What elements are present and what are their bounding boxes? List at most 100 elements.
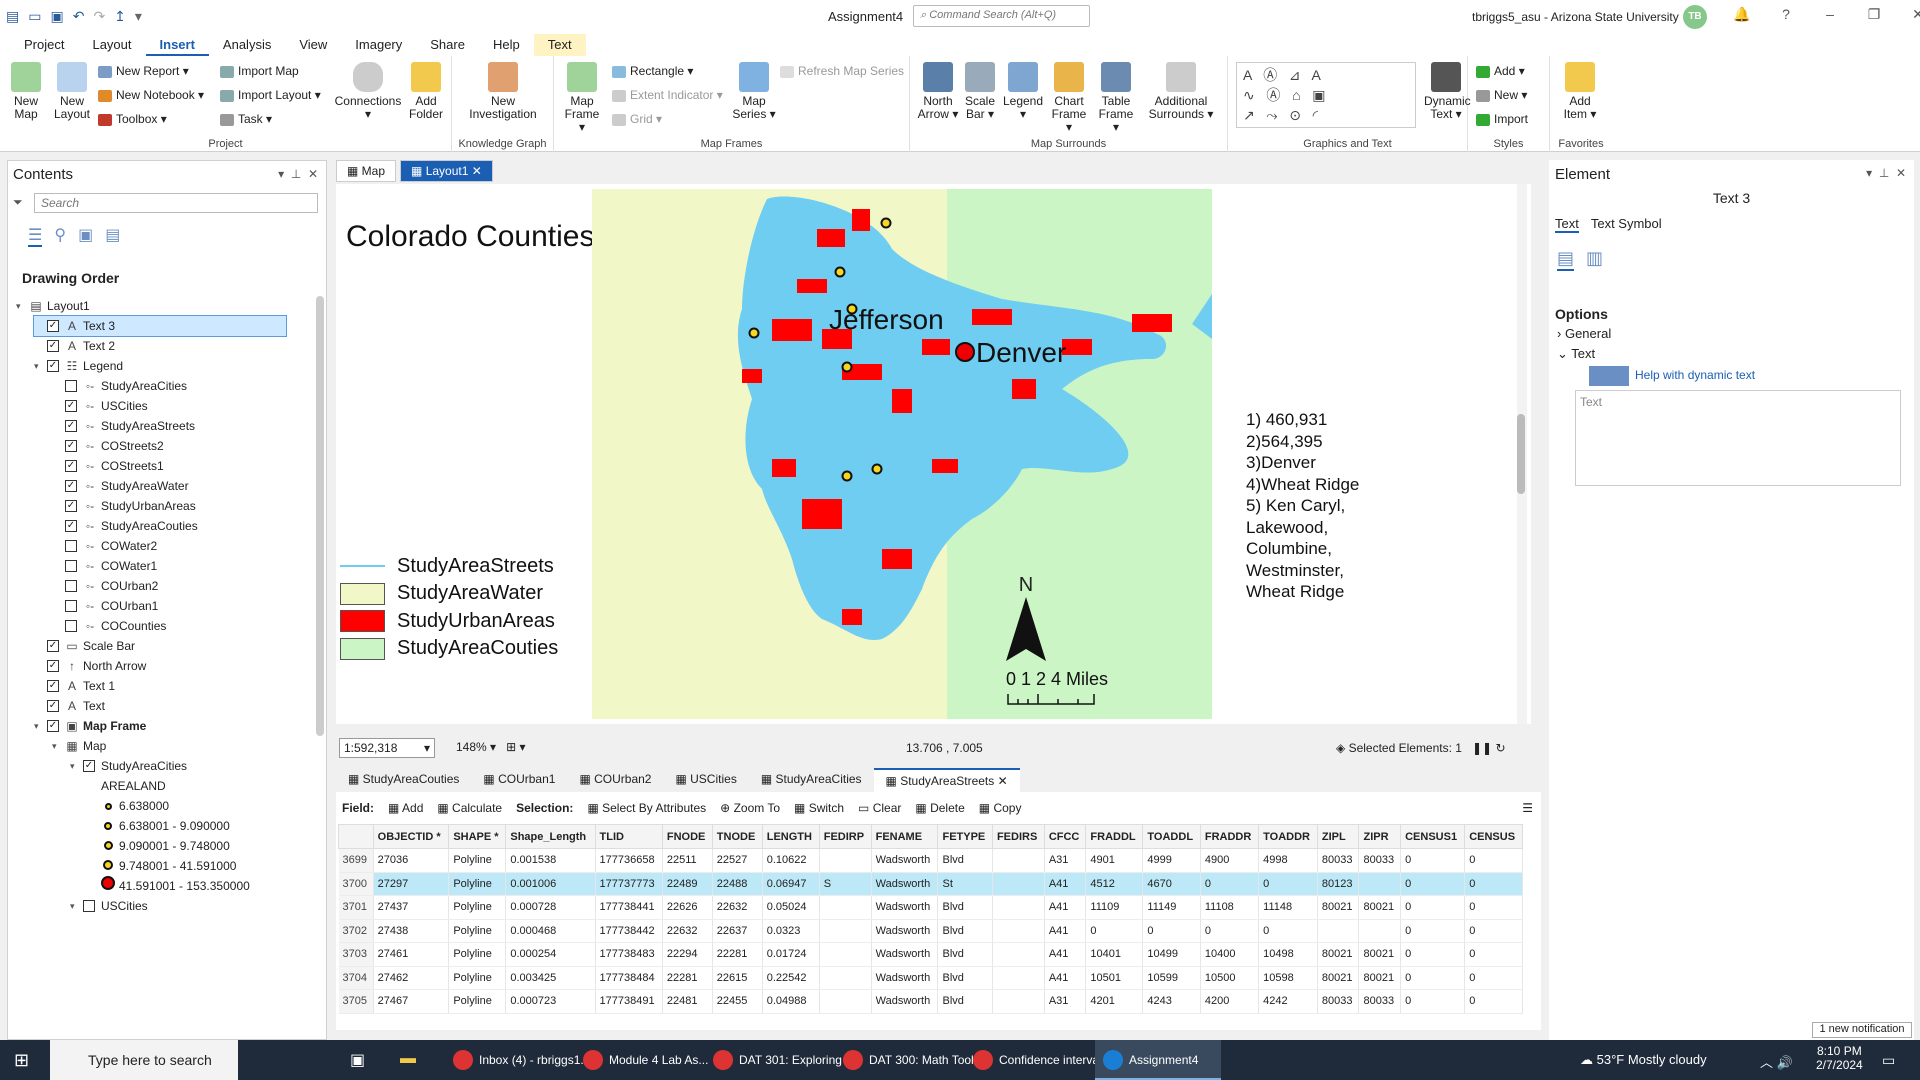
table-cell[interactable]: 0.22542 <box>762 966 820 990</box>
table-cell[interactable]: 177738483 <box>595 942 663 967</box>
layer-tree-item[interactable]: ◦- COStreets2 <box>52 436 164 456</box>
table-cell[interactable]: 22489 <box>662 872 713 896</box>
visibility-checkbox[interactable] <box>65 480 77 492</box>
table-cell[interactable]: 27461 <box>373 942 450 967</box>
expand-chevron-icon[interactable]: ▾ <box>70 896 80 916</box>
table-cell[interactable]: 22632 <box>662 919 713 943</box>
copy-button[interactable]: ▦ Copy <box>979 801 1022 815</box>
layer-tree-item[interactable]: A Text 1 <box>34 676 115 696</box>
visibility-checkbox[interactable] <box>47 660 59 672</box>
table-row[interactable]: 3701 27437 Polyline 0.000728 177738441 22626 2… <box>338 895 1523 920</box>
table-cell[interactable]: 0.04988 <box>762 989 820 1014</box>
task-button[interactable]: Task ▾ <box>220 112 272 126</box>
expand-chevron-icon[interactable]: ▾ <box>34 356 44 376</box>
column-header[interactable]: Shape_Length <box>505 824 596 849</box>
table-cell[interactable]: 0.000728 <box>505 895 596 920</box>
table-cell[interactable]: 0 <box>1464 848 1523 873</box>
attribute-tab[interactable]: ▦ COUrban1 <box>471 768 567 792</box>
select-icon[interactable]: ↥ <box>114 8 126 25</box>
table-cell[interactable]: 4512 <box>1085 872 1144 896</box>
tab-project[interactable]: Project <box>10 34 78 56</box>
table-cell[interactable]: Wadsworth <box>871 895 939 920</box>
table-cell[interactable]: 4998 <box>1258 848 1318 873</box>
close-pane-icon[interactable]: ✕ <box>308 167 318 181</box>
visibility-checkbox[interactable] <box>65 580 77 592</box>
table-cell[interactable]: 0 <box>1200 872 1260 896</box>
table-cell[interactable]: 80021 <box>1317 895 1360 920</box>
visibility-checkbox[interactable] <box>47 360 59 372</box>
table-cell[interactable] <box>992 848 1045 873</box>
table-cell[interactable]: 0 <box>1400 966 1466 990</box>
help-icon[interactable]: ? <box>1764 6 1808 23</box>
table-cell[interactable]: 0.10622 <box>762 848 820 873</box>
calculate-button[interactable]: ▦ Calculate <box>437 801 502 815</box>
import-map-button[interactable]: Import Map <box>220 64 299 78</box>
column-header[interactable]: LENGTH <box>761 824 820 849</box>
table-cell[interactable]: A31 <box>1044 848 1087 873</box>
taskbar-app[interactable]: Module 4 Lab As... <box>575 1040 708 1080</box>
column-header[interactable]: FEDIRP <box>818 824 872 849</box>
close-pane-icon[interactable]: ✕ <box>1896 166 1906 180</box>
tab-text[interactable]: Text <box>533 34 586 56</box>
open-icon[interactable]: ▭ <box>28 8 41 25</box>
table-cell[interactable]: 22294 <box>662 942 713 967</box>
answers-text[interactable]: 1) 460,931 2)564,395 3)Denver 4)Wheat Ridge… <box>1246 409 1359 603</box>
table-cell[interactable] <box>992 872 1045 896</box>
table-cell[interactable]: 0 <box>1464 919 1523 943</box>
denver-label[interactable]: Denver <box>976 337 1066 369</box>
layer-tree-item[interactable]: ◦- COUrban2 <box>52 576 158 596</box>
table-cell[interactable]: 0.001006 <box>505 872 596 896</box>
undo-icon[interactable]: ↶ <box>73 8 85 25</box>
table-cell[interactable]: 177736658 <box>595 848 663 873</box>
layer-tree-item[interactable]: ◦- COStreets1 <box>52 456 164 476</box>
table-cell[interactable]: 80033 <box>1317 848 1360 873</box>
table-cell[interactable]: 80033 <box>1317 989 1360 1014</box>
contents-search-input[interactable]: Search <box>34 193 318 213</box>
table-cell[interactable]: 3700 <box>338 872 374 896</box>
table-cell[interactable]: 3704 <box>338 966 374 990</box>
table-cell[interactable]: 0 <box>1400 919 1466 943</box>
column-header[interactable]: TLID <box>594 824 663 849</box>
table-cell[interactable]: Polyline <box>448 942 507 967</box>
table-cell[interactable]: 80123 <box>1317 872 1360 896</box>
notification-badge[interactable]: 1 new notification <box>1812 1022 1912 1038</box>
attribute-tab[interactable]: ▦ StudyAreaStreets ✕ <box>873 768 1020 792</box>
table-cell[interactable]: Polyline <box>448 895 507 920</box>
filter-icon[interactable]: ⏷ <box>13 195 23 210</box>
switch-button[interactable]: ▦ Switch <box>794 801 844 815</box>
table-cell[interactable]: 0 <box>1258 919 1318 943</box>
list-by-editing-icon[interactable]: ▤ <box>105 225 120 247</box>
table-cell[interactable]: 0.0323 <box>762 919 820 943</box>
table-cell[interactable]: 0 <box>1400 848 1466 873</box>
table-cell[interactable]: 10400 <box>1200 942 1260 967</box>
visibility-checkbox[interactable] <box>65 540 77 552</box>
table-cell[interactable]: 11148 <box>1258 895 1318 920</box>
visibility-checkbox[interactable] <box>47 720 59 732</box>
layer-tree-item[interactable]: A Text 2 <box>34 336 115 356</box>
refresh-icon[interactable]: ↻ <box>1495 741 1505 755</box>
text-section[interactable]: ⌄ Text <box>1557 346 1595 362</box>
column-header[interactable]: CENSUS <box>1464 824 1523 849</box>
table-cell[interactable]: 0 <box>1464 989 1523 1014</box>
table-cell[interactable]: A41 <box>1044 895 1087 920</box>
layer-tree-item[interactable]: ◦- StudyAreaWater <box>52 476 189 496</box>
column-header[interactable]: ZIPR <box>1358 824 1402 849</box>
layer-tree-item[interactable]: AREALAND <box>88 776 166 796</box>
clear-button[interactable]: ▭ Clear <box>858 801 901 815</box>
table-cell[interactable]: 4999 <box>1142 848 1201 873</box>
table-cell[interactable]: 27437 <box>373 895 450 920</box>
tab-analysis[interactable]: Analysis <box>209 34 285 56</box>
table-cell[interactable]: 10599 <box>1142 966 1201 990</box>
visibility-checkbox[interactable] <box>47 640 59 652</box>
column-header[interactable]: TOADDR <box>1258 824 1318 849</box>
table-cell[interactable]: 80033 <box>1358 989 1402 1014</box>
zoom-dropdown[interactable]: 148% ▾ ⊞ ▾ <box>456 740 525 754</box>
visibility-checkbox[interactable] <box>47 320 59 332</box>
table-cell[interactable]: Blvd <box>937 919 993 943</box>
table-cell[interactable]: 22281 <box>712 942 763 967</box>
tab-map-view[interactable]: ▦ Map <box>336 160 397 182</box>
layer-tree-item[interactable]: ↑ North Arrow <box>34 656 146 676</box>
table-cell[interactable] <box>992 966 1045 990</box>
table-cell[interactable]: 27297 <box>373 872 450 896</box>
table-cell[interactable] <box>992 942 1045 967</box>
